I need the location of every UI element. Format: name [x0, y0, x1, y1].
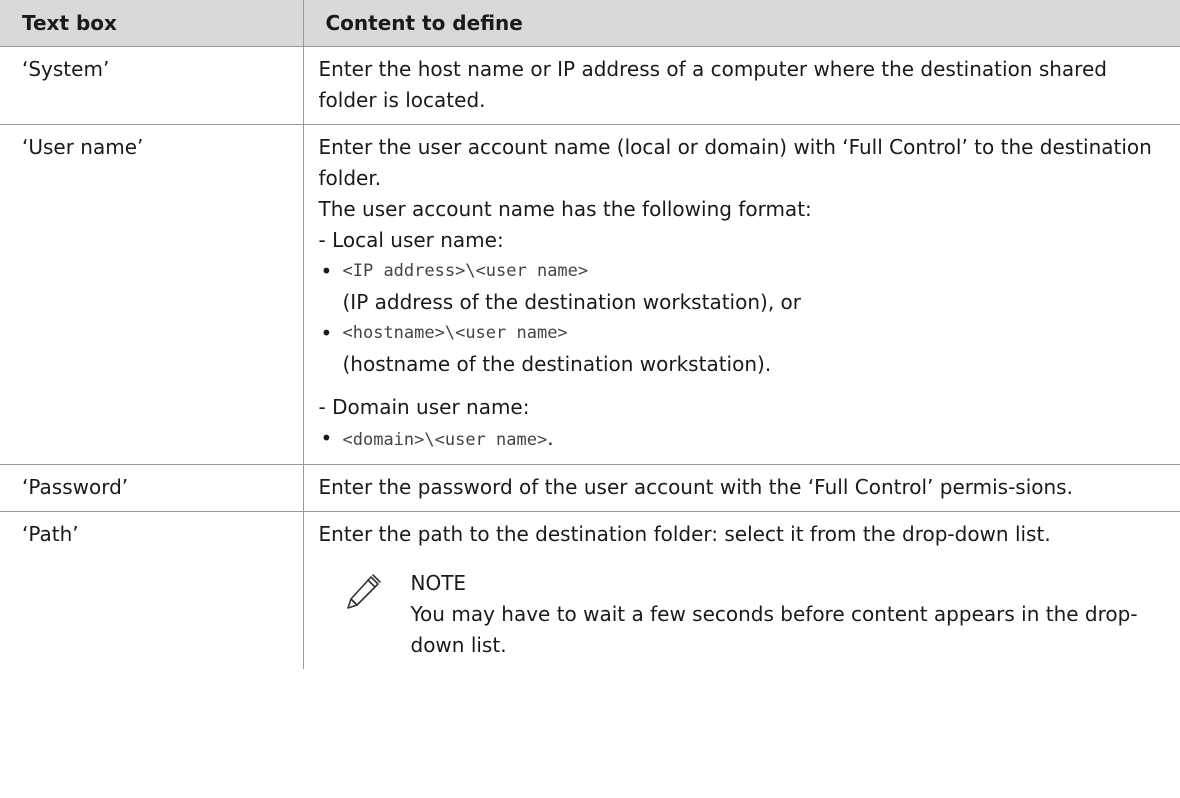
- local-user-heading: - Local user name:: [318, 228, 504, 252]
- row-content-path: Enter the path to the destination folder…: [303, 512, 1180, 670]
- password-description: Enter the password of the user account w…: [318, 475, 1073, 499]
- header-text-box: Text box: [0, 0, 304, 47]
- table-header-row: Text box Content to define: [0, 0, 1180, 47]
- user-name-intro-1: Enter the user account name (local or do…: [318, 135, 1152, 190]
- hostname-format: <hostname>\<user name>: [342, 323, 568, 343]
- bullet-marker: •: [320, 426, 333, 450]
- pencil-icon: [343, 572, 383, 612]
- hostname-desc: (hostname of the destination workstation…: [342, 352, 772, 376]
- row-content-user-name: Enter the user account name (local or do…: [303, 124, 1180, 465]
- system-description: Enter the host name or IP address of a c…: [318, 57, 1107, 112]
- table-row: ‘User name’ Enter the user account name …: [0, 124, 1180, 465]
- row-label-system: ‘System’: [0, 46, 304, 125]
- row-label-path: ‘Path’: [0, 511, 304, 669]
- ip-address-desc: (IP address of the destination workstati…: [342, 290, 802, 314]
- list-item: • <IP address>\<user name> (IP address o…: [319, 256, 1169, 318]
- bullet-marker: •: [320, 259, 333, 283]
- table-row: ‘Path’ Enter the path to the destination…: [0, 511, 1180, 670]
- domain-format-suffix: .: [547, 426, 554, 450]
- row-content-password: Enter the password of the user account w…: [303, 464, 1180, 512]
- ip-address-format: <IP address>\<user name>: [342, 261, 589, 281]
- table-row: ‘Password’ Enter the password of the use…: [0, 464, 1180, 512]
- note-text: You may have to wait a few seconds befor…: [410, 602, 1138, 657]
- row-label-user-name: ‘User name’: [0, 124, 304, 465]
- user-name-intro-2: The user account name has the following …: [318, 197, 812, 221]
- note-box: NOTE You may have to wait a few seconds …: [343, 568, 1169, 661]
- bullet-marker: •: [320, 321, 333, 345]
- list-item: • <domain>\<user name>.: [319, 423, 1169, 456]
- content-table: Text box Content to define ‘System’ Ente…: [0, 0, 1180, 669]
- row-content-system: Enter the host name or IP address of a c…: [303, 46, 1180, 125]
- header-content-to-define: Content to define: [303, 0, 1180, 47]
- table-row: ‘System’ Enter the host name or IP addre…: [0, 46, 1180, 125]
- domain-user-heading: - Domain user name:: [318, 395, 530, 419]
- list-item: • <hostname>\<user name> (hostname of th…: [319, 318, 1169, 380]
- row-label-password: ‘Password’: [0, 464, 304, 512]
- note-title: NOTE: [410, 571, 467, 595]
- domain-format: <domain>\<user name>: [342, 430, 548, 450]
- path-description: Enter the path to the destination folder…: [318, 522, 1051, 546]
